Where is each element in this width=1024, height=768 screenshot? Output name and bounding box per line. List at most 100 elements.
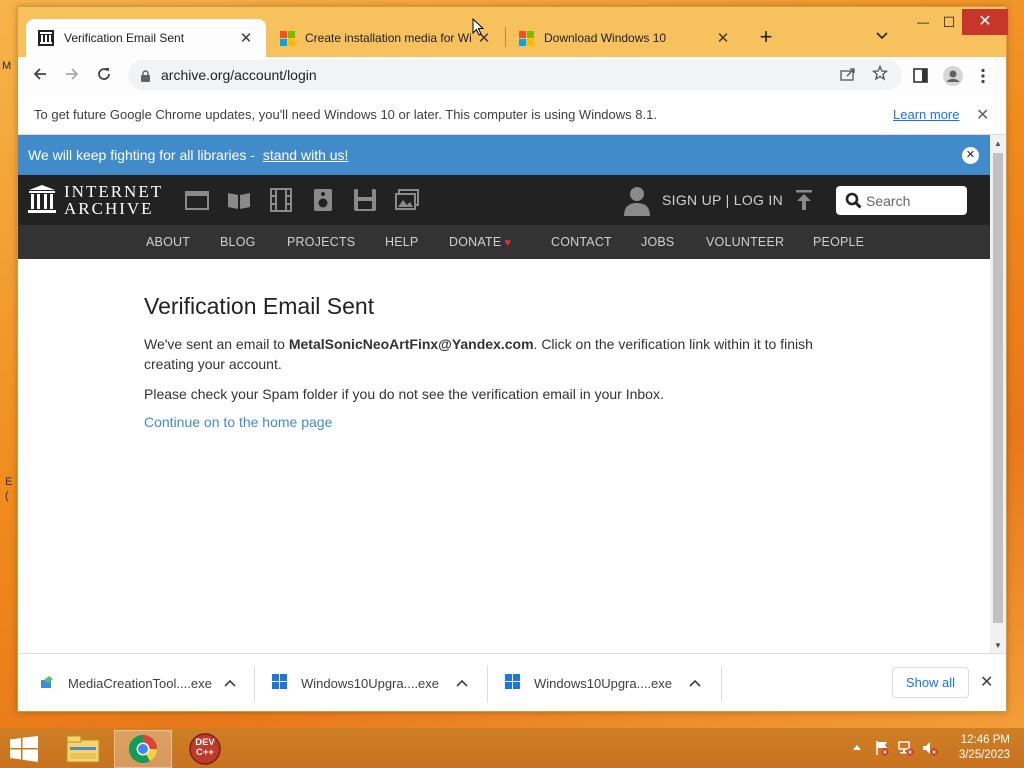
message-prefix: We've sent an email to xyxy=(144,336,289,352)
download-filename: Windows10Upgra....exe xyxy=(534,675,673,691)
stand-with-us-link[interactable]: stand with us! xyxy=(263,147,349,163)
tab-search-chevron-icon[interactable] xyxy=(876,29,888,43)
ia-header: INTERNET ARCHIVE SIGN UP | LOG IN Search xyxy=(18,175,990,225)
show-all-downloads-button[interactable]: Show all xyxy=(892,667,969,698)
desktop-icon-fragment: ( xyxy=(5,490,9,502)
nav-help[interactable]: HELP xyxy=(385,235,418,249)
taskbar: DEV C++ 12:46 PM 3/25/2023 xyxy=(0,728,1024,768)
software-icon[interactable] xyxy=(352,187,378,213)
bookmark-star-icon[interactable] xyxy=(871,64,889,85)
close-infobar-icon[interactable]: ✕ xyxy=(976,105,989,125)
search-icon xyxy=(845,192,862,209)
scrollbar-thumb[interactable] xyxy=(993,153,1003,623)
show-hidden-icons-icon[interactable] xyxy=(852,742,862,754)
system-clock[interactable]: 12:46 PM 3/25/2023 xyxy=(950,733,1010,763)
donation-banner: We will keep fighting for all libraries … xyxy=(18,135,990,175)
internet-archive-wordmark[interactable]: INTERNET ARCHIVE xyxy=(64,183,163,217)
learn-more-link[interactable]: Learn more xyxy=(893,107,959,122)
reload-icon[interactable] xyxy=(92,64,116,88)
nav-donate[interactable]: DONATE ♥ xyxy=(449,235,511,249)
tab-verification-email[interactable]: Verification Email Sent ✕ xyxy=(26,19,266,57)
tab-title: Verification Email Sent xyxy=(64,31,185,45)
volume-icon[interactable] xyxy=(922,740,938,759)
update-infobar: To get future Google Chrome updates, you… xyxy=(18,95,1006,135)
tab-title: Create installation media for Wi xyxy=(305,31,472,45)
banner-text: We will keep fighting for all libraries … xyxy=(28,147,348,163)
profile-avatar-icon[interactable] xyxy=(942,65,964,91)
forward-arrow-icon[interactable] xyxy=(60,64,84,88)
download-shelf: MediaCreationTool....exe Windows10Upgra.… xyxy=(18,653,1006,711)
address-bar[interactable]: archive.org/account/login xyxy=(128,60,902,90)
page-title: Verification Email Sent xyxy=(144,293,375,319)
nav-about[interactable]: ABOUT xyxy=(146,235,190,249)
back-arrow-icon[interactable] xyxy=(28,64,52,88)
lock-icon xyxy=(140,69,151,82)
clock-time: 12:46 PM xyxy=(960,734,1010,746)
nav-volunteer[interactable]: VOLUNTEER xyxy=(706,235,784,249)
video-icon[interactable] xyxy=(268,187,294,213)
continue-home-link[interactable]: Continue on to the home page xyxy=(144,414,332,430)
tab-title: Download Windows 10 xyxy=(544,31,667,45)
search-input[interactable] xyxy=(866,192,956,209)
nav-people[interactable]: PEOPLE xyxy=(813,235,864,249)
windows-start-icon[interactable] xyxy=(10,736,38,762)
heart-icon: ♥ xyxy=(504,237,512,249)
tab-create-installation-media[interactable]: Create installation media for Wi ✕ xyxy=(268,19,504,57)
maximize-button[interactable]: ☐ xyxy=(932,9,966,35)
audio-icon[interactable] xyxy=(310,187,336,213)
close-banner-icon[interactable]: ✕ xyxy=(962,147,979,164)
desktop-icon-fragment: E xyxy=(5,476,13,488)
tab-download-windows-10[interactable]: Download Windows 10 ✕ xyxy=(507,19,743,57)
spam-folder-note: Please check your Spam folder if you do … xyxy=(144,386,664,402)
email-address: MetalSonicNeoArtFinx@Yandex.com xyxy=(288,336,534,352)
browser-toolbar: archive.org/account/login xyxy=(18,57,1006,95)
internet-archive-logo-icon[interactable] xyxy=(28,184,56,214)
chevron-up-icon[interactable] xyxy=(224,676,236,690)
chevron-up-icon[interactable] xyxy=(456,676,468,690)
user-avatar-icon[interactable] xyxy=(622,185,652,217)
nav-contact[interactable]: CONTACT xyxy=(551,235,612,249)
dev-cpp-icon[interactable]: DEV C++ xyxy=(176,730,234,768)
download-item[interactable]: Windows10Upgra....exe xyxy=(505,654,719,712)
close-tab-icon[interactable]: ✕ xyxy=(238,29,254,47)
windows-logo-icon xyxy=(505,674,520,692)
download-item[interactable]: Windows10Upgra....exe xyxy=(272,654,486,712)
nav-jobs[interactable]: JOBS xyxy=(641,235,674,249)
texts-icon[interactable] xyxy=(226,187,252,213)
file-explorer-icon[interactable] xyxy=(54,730,112,768)
new-tab-button[interactable]: + xyxy=(754,25,778,49)
side-panel-icon[interactable] xyxy=(913,68,928,87)
share-icon[interactable] xyxy=(840,67,856,85)
nav-projects[interactable]: PROJECTS xyxy=(287,235,355,249)
browser-window: Verification Email Sent ✕ Create install… xyxy=(17,6,1008,712)
close-tab-icon[interactable]: ✕ xyxy=(715,29,731,47)
download-item[interactable]: MediaCreationTool....exe xyxy=(40,654,254,712)
scroll-down-icon[interactable]: ▼ xyxy=(994,641,1002,650)
close-window-button[interactable]: ✕ xyxy=(962,9,1008,35)
ia-search-box[interactable] xyxy=(836,186,967,215)
nav-donate-label: DONATE xyxy=(449,235,502,249)
infobar-message: To get future Google Chrome updates, you… xyxy=(34,107,657,122)
mouse-cursor-icon xyxy=(472,17,485,36)
action-center-flag-icon[interactable] xyxy=(874,740,890,759)
web-page: We will keep fighting for all libraries … xyxy=(18,135,990,653)
download-separator xyxy=(254,666,255,702)
chevron-up-icon[interactable] xyxy=(689,676,701,690)
sign-up-log-in-link[interactable]: SIGN UP | LOG IN xyxy=(662,192,783,208)
verification-message: We've sent an email to MetalSonicNeoArtF… xyxy=(144,334,844,374)
kebab-menu-icon[interactable] xyxy=(980,68,986,88)
verification-content: Verification Email Sent We've sent an em… xyxy=(144,293,844,432)
chrome-icon[interactable] xyxy=(114,730,172,768)
clock-date: 3/25/2023 xyxy=(958,749,1010,761)
images-icon[interactable] xyxy=(394,187,420,213)
scroll-up-icon[interactable]: ▲ xyxy=(994,139,1002,148)
upload-icon[interactable] xyxy=(794,189,814,211)
download-filename: MediaCreationTool....exe xyxy=(68,675,212,691)
network-icon[interactable] xyxy=(898,740,914,759)
close-shelf-icon[interactable]: ✕ xyxy=(980,672,993,692)
web-icon[interactable] xyxy=(184,187,210,213)
installer-icon xyxy=(40,675,54,692)
page-scrollbar[interactable]: ▲ ▼ xyxy=(990,135,1006,653)
nav-blog[interactable]: BLOG xyxy=(220,235,256,249)
windows-logo-icon xyxy=(272,674,287,692)
